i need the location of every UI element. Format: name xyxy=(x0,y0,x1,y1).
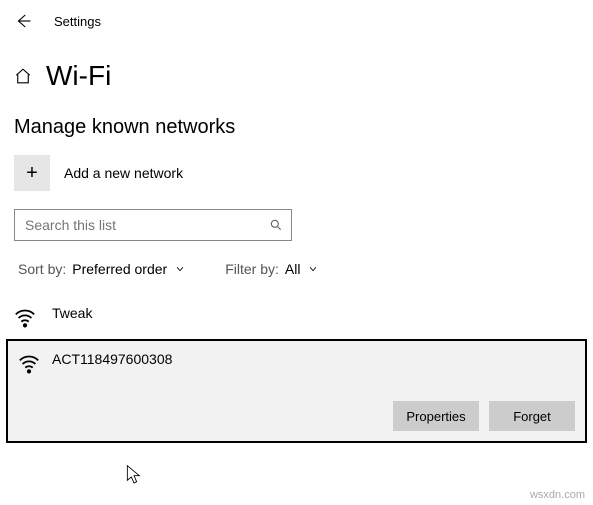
page-title: Wi-Fi xyxy=(46,60,111,92)
search-input[interactable] xyxy=(23,216,269,234)
wifi-icon xyxy=(18,351,40,375)
add-network-button[interactable]: + Add a new network xyxy=(0,155,593,209)
wifi-icon xyxy=(14,305,36,329)
back-arrow-icon[interactable] xyxy=(14,12,32,30)
search-box[interactable] xyxy=(14,209,292,241)
network-item-selected[interactable]: ACT118497600308 Properties Forget xyxy=(6,339,587,443)
settings-label: Settings xyxy=(54,14,101,29)
section-title: Manage known networks xyxy=(0,102,593,155)
network-name: Tweak xyxy=(52,305,92,321)
properties-button[interactable]: Properties xyxy=(393,401,479,431)
home-icon[interactable] xyxy=(14,67,32,85)
forget-button[interactable]: Forget xyxy=(489,401,575,431)
search-icon[interactable] xyxy=(269,218,283,232)
plus-icon: + xyxy=(14,155,50,191)
add-network-label: Add a new network xyxy=(64,165,183,181)
sort-by-value: Preferred order xyxy=(72,261,167,277)
chevron-down-icon xyxy=(171,264,185,274)
filter-by-dropdown[interactable]: Filter by: All xyxy=(225,261,318,277)
network-item-tweak[interactable]: Tweak xyxy=(0,301,593,339)
filter-by-label: Filter by: xyxy=(225,261,279,277)
network-name: ACT118497600308 xyxy=(52,351,172,367)
sort-by-label: Sort by: xyxy=(18,261,66,277)
chevron-down-icon xyxy=(304,264,318,274)
watermark: wsxdn.com xyxy=(530,489,585,501)
cursor-icon xyxy=(126,464,142,486)
sort-by-dropdown[interactable]: Sort by: Preferred order xyxy=(18,261,185,277)
filter-by-value: All xyxy=(285,261,301,277)
